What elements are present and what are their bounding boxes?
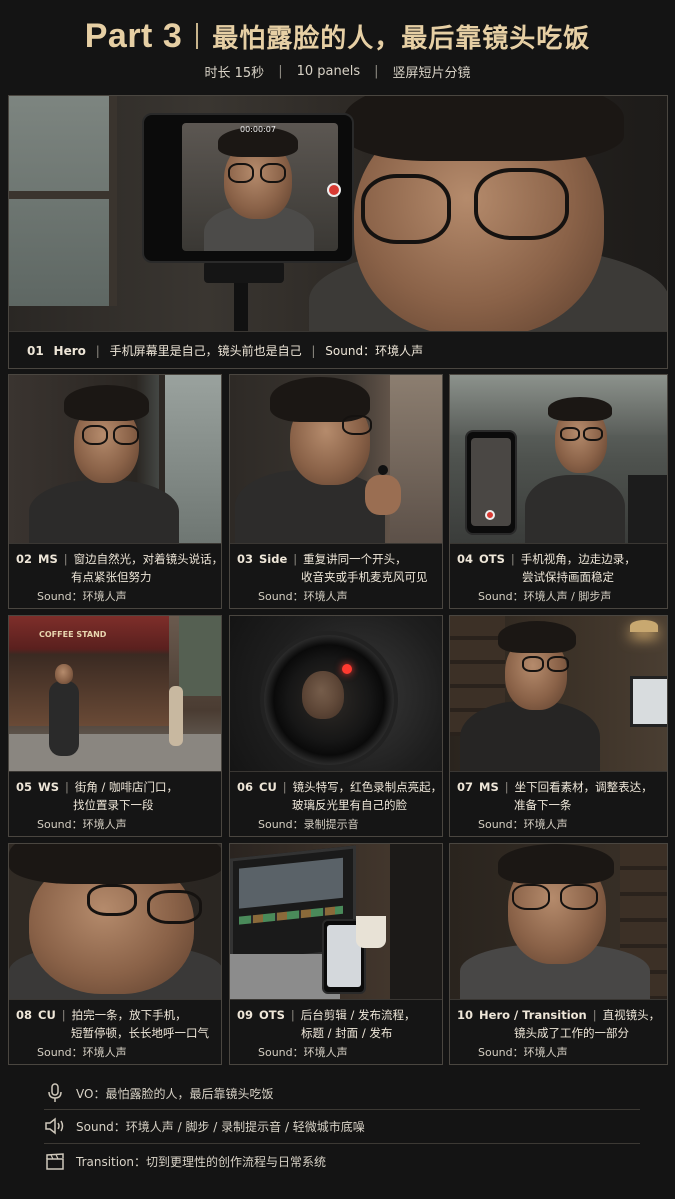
footer-vo: VO：最怕露脸的人，最后靠镜头吃饭: [44, 1078, 640, 1108]
microphone: [378, 465, 388, 475]
title-row: Part 3 最怕露脸的人，最后靠镜头吃饭: [0, 14, 675, 58]
panel-06: 06 CU | 镜头特写，红色录制点亮起， 玻璃反光里有自己的脸 Sound：录制提示…: [229, 615, 443, 837]
panel-10: 10 Hero / Transition | 直视镜头， 镜头成了工作的一部分 Sou…: [449, 843, 668, 1065]
panel-02-image: [9, 375, 221, 545]
header: Part 3 最怕露脸的人，最后靠镜头吃饭 时长 15秒 | 10 panels…: [0, 0, 675, 92]
panel-02: 02 MS | 窗边自然光，对着镜头说话， 有点紧张但努力 Sound：环境人声: [8, 374, 222, 609]
panel-05-image: COFFEE STAND: [9, 616, 221, 773]
window: [9, 96, 117, 306]
meta-duration: 时长 15秒: [204, 66, 265, 81]
panel-07-caption: 07 MS | 坐下回看素材，调整表达， 准备下一条 Sound：环境人声: [450, 771, 667, 836]
footer-divider: [44, 1109, 640, 1110]
panel-04-caption: 04 OTS | 手机视角，边走边录， 尝试保持画面稳定 Sound：环境人声 / 脚…: [450, 543, 667, 608]
panel-03-image: [230, 375, 442, 545]
panel-10-image: [450, 844, 667, 1001]
lamp: [630, 620, 658, 632]
footer-sound-text: Sound：环境人声 / 脚步 / 录制提示音 / 轻微城市底噪: [76, 1119, 365, 1134]
panel-03-caption: 03 Side | 重复讲同一个开头， 收音夹或手机麦克风可见 Sound：环境人声: [230, 543, 442, 608]
glasses-large-right: [474, 168, 569, 240]
panel-01-caption: 01 Hero | 手机屏幕里是自己，镜头前也是自己 | Sound：环境人声: [9, 331, 667, 368]
title-divider: [196, 23, 199, 49]
panel-08-image: [9, 844, 221, 1001]
clapperboard-icon: [44, 1150, 66, 1172]
phone-handheld: [465, 430, 517, 535]
meta-format: 竖屏短片分镜: [392, 66, 471, 81]
panel-02-caption: 02 MS | 窗边自然光，对着镜头说话， 有点紧张但努力 Sound：环境人声: [9, 543, 221, 608]
meta-row: 时长 15秒 | 10 panels | 竖屏短片分镜: [204, 64, 471, 81]
laptop: [630, 676, 667, 727]
panel-05: COFFEE STAND 05 WS | 街角 / 咖啡店门口， 找位置录下一段 So…: [8, 615, 222, 837]
footer-sound: Sound：环境人声 / 脚步 / 录制提示音 / 轻微城市底噪: [44, 1111, 640, 1141]
panel-01-hero: 00:00:07 01 Hero | 手机屏幕里是自己，镜头前也是自己 | So…: [8, 95, 668, 369]
panel-07: 07 MS | 坐下回看素材，调整表达， 准备下一条 Sound：环境人声: [449, 615, 668, 837]
phone-timer: 00:00:07: [240, 125, 276, 134]
panel-05-caption: 05 WS | 街角 / 咖啡店门口， 找位置录下一段 Sound：环境人声: [9, 771, 221, 836]
footer-transition-text: Transition：切到更理性的创作流程与日常系统: [76, 1154, 327, 1169]
record-button-icon: [327, 183, 341, 197]
panel-04: 04 OTS | 手机视角，边走边录， 尝试保持画面稳定 Sound：环境人声 / 脚…: [449, 374, 668, 609]
page-title: 最怕露脸的人，最后靠镜头吃饭: [212, 23, 591, 54]
phone-screen: 00:00:07: [182, 123, 338, 251]
panel-07-image: [450, 616, 667, 773]
panel-09: 09 OTS | 后台剪辑 / 发布流程， 标题 / 封面 / 发布 Sound：环境…: [229, 843, 443, 1065]
phone-on-tripod: 00:00:07: [142, 113, 354, 263]
microphone-icon: [44, 1082, 66, 1104]
speaker-icon: [44, 1115, 66, 1137]
walking-man: [49, 681, 79, 756]
footer-vo-text: VO：最怕露脸的人，最后靠镜头吃饭: [76, 1086, 274, 1101]
footer-transition: Transition：切到更理性的创作流程与日常系统: [44, 1146, 640, 1176]
panel-06-image: [230, 616, 442, 773]
panel-number: 01: [27, 344, 44, 358]
panel-10-caption: 10 Hero / Transition | 直视镜头， 镜头成了工作的一部分 Sou…: [450, 999, 667, 1064]
coffee-cup: [356, 916, 386, 948]
panel-description: 手机屏幕里是自己，镜头前也是自己: [109, 344, 302, 358]
meta-panels: 10 panels: [296, 64, 361, 79]
coffee-sign: COFFEE STAND: [39, 630, 107, 639]
panel-03: 03 Side | 重复讲同一个开头， 收音夹或手机麦克风可见 Sound：环境人声: [229, 374, 443, 609]
panel-08-caption: 08 CU | 拍完一条，放下手机， 短暂停顿，长长地呼一口气 Sound：环境人声: [9, 999, 221, 1064]
shot-type: Hero: [53, 344, 86, 358]
panel-06-caption: 06 CU | 镜头特写，红色录制点亮起， 玻璃反光里有自己的脸 Sound：录制提示…: [230, 771, 442, 836]
record-light-icon: [342, 664, 352, 674]
panel-09-caption: 09 OTS | 后台剪辑 / 发布流程， 标题 / 封面 / 发布 Sound：环境…: [230, 999, 442, 1064]
footer-divider: [44, 1143, 640, 1144]
panel-sound: Sound：环境人声: [325, 344, 424, 358]
panel-01-image: 00:00:07: [9, 96, 667, 334]
glasses-large-left: [361, 174, 451, 244]
panel-09-image: [230, 844, 442, 1001]
hair-large: [344, 96, 624, 161]
panel-08: 08 CU | 拍完一条，放下手机， 短暂停顿，长长地呼一口气 Sound：环境人声: [8, 843, 222, 1065]
part-label: Part 3: [84, 16, 183, 55]
panel-04-image: [450, 375, 667, 545]
